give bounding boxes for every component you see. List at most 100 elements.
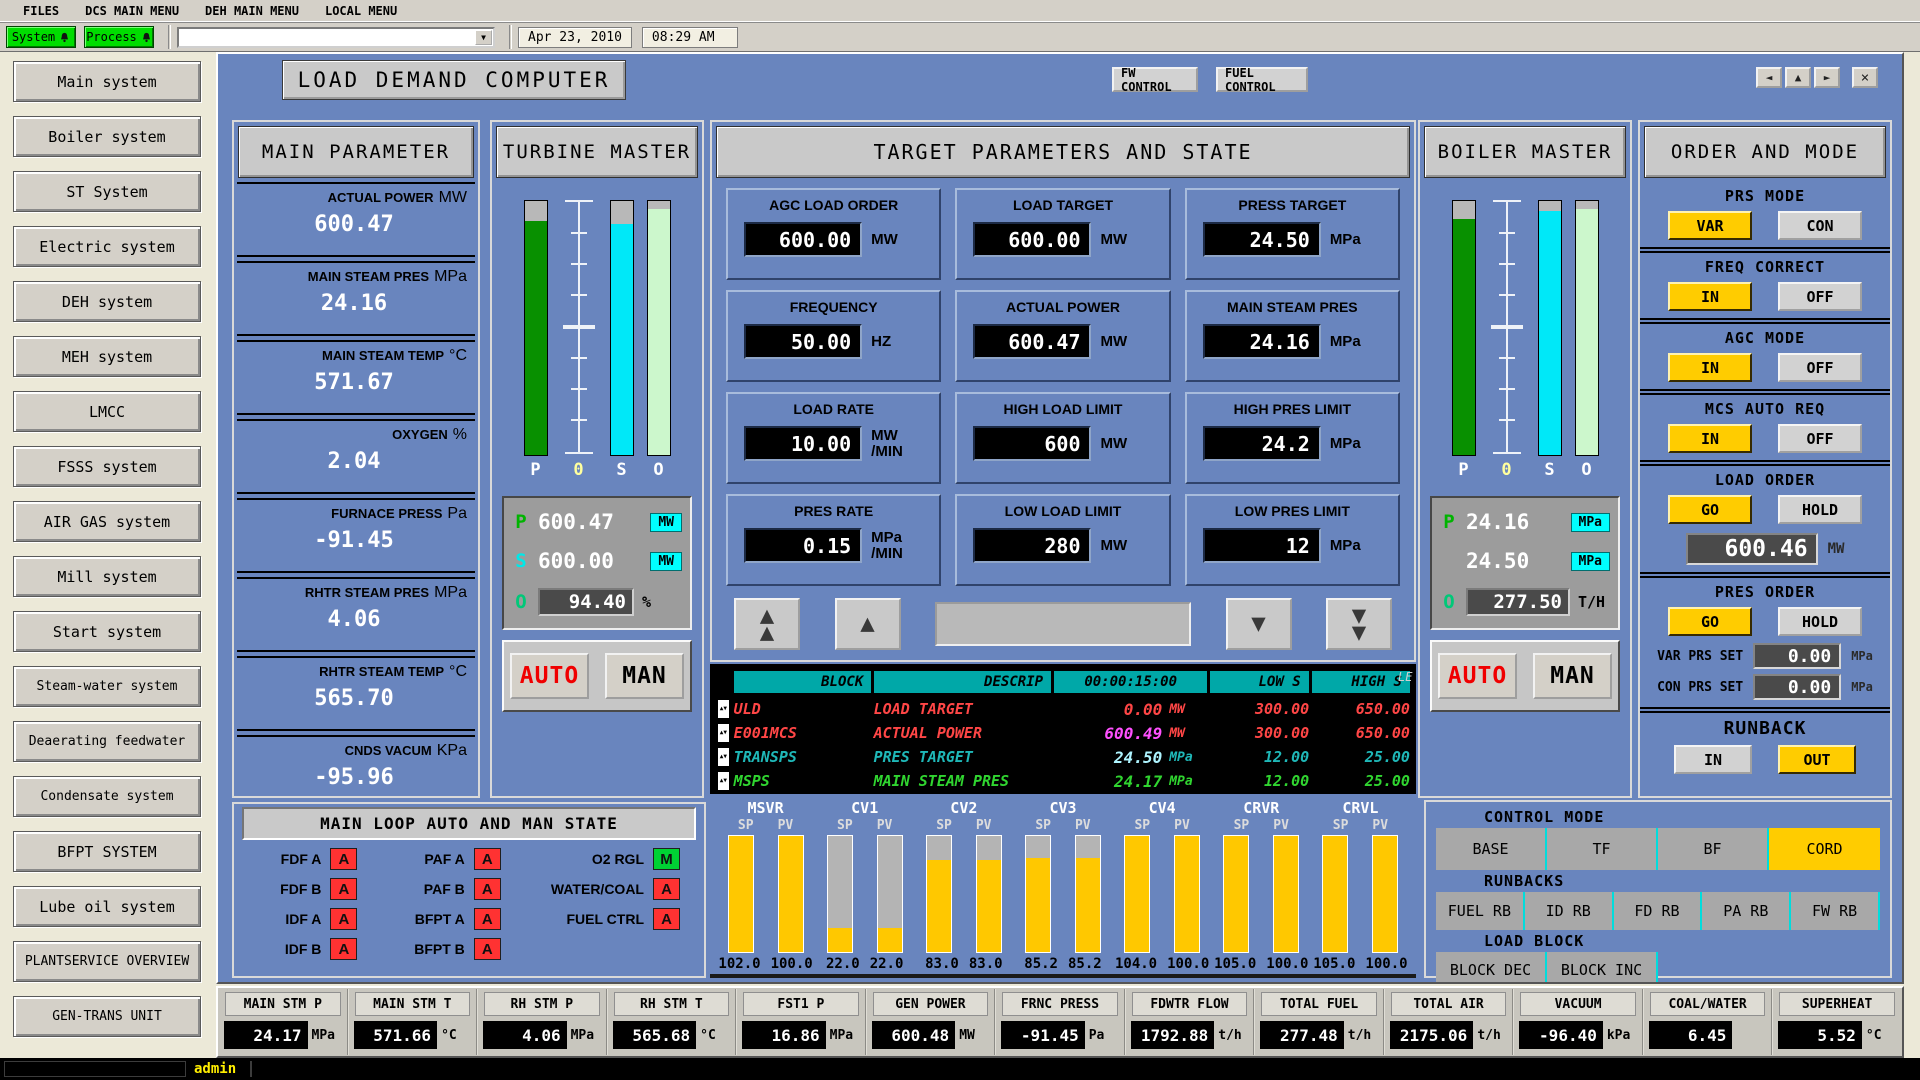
manual-state-badge[interactable]: M xyxy=(653,848,680,870)
var-prs-set-input[interactable]: 0.00 xyxy=(1753,643,1841,669)
sidebar-item-deh-system[interactable]: DEH system xyxy=(13,281,201,322)
boiler-auto-button[interactable]: AUTO xyxy=(1438,653,1517,699)
col-high-scale: HIGH S xyxy=(1312,671,1410,693)
agc-mode-in-button[interactable]: IN xyxy=(1668,353,1752,382)
nav-forward-icon[interactable]: ► xyxy=(1814,67,1840,88)
sidebar-item-mill-system[interactable]: Mill system xyxy=(13,556,201,597)
bar-fill xyxy=(525,221,547,455)
mode-cord-button[interactable]: CORD xyxy=(1769,828,1880,870)
menu-local[interactable]: LOCAL MENU xyxy=(312,4,410,18)
auto-state-badge[interactable]: A xyxy=(330,848,357,870)
auto-state-badge[interactable]: A xyxy=(474,938,501,960)
auto-state-badge[interactable]: A xyxy=(330,908,357,930)
sidebar-item-condensate-system[interactable]: Condensate system xyxy=(13,776,201,817)
close-icon[interactable]: × xyxy=(1852,67,1878,88)
pres-order-hold-button[interactable]: HOLD xyxy=(1778,607,1862,636)
auto-state-badge[interactable]: A xyxy=(330,938,357,960)
taskbar-segment xyxy=(4,1061,186,1077)
decrease-icon[interactable]: ▼ xyxy=(1226,598,1292,650)
fw-rb-button[interactable]: FW RB xyxy=(1791,892,1880,930)
status-gen-power: GEN POWER600.48MW xyxy=(865,989,995,1055)
loop-label: WATER/COAL xyxy=(551,881,644,897)
auto-state-badge[interactable]: A xyxy=(330,878,357,900)
main-parameter-title: MAIN PARAMETER xyxy=(238,126,474,178)
freq-correct-off-button[interactable]: OFF xyxy=(1778,282,1862,311)
fuel-control-button[interactable]: FUEL CONTROL xyxy=(1216,67,1308,92)
fast-decrease-icon[interactable]: ▼▼ xyxy=(1326,598,1392,650)
auto-state-badge[interactable]: A xyxy=(653,908,680,930)
mode-base-button[interactable]: BASE xyxy=(1436,828,1547,870)
sidebar-item-main-system[interactable]: Main system xyxy=(13,61,201,102)
turbine-auto-button[interactable]: AUTO xyxy=(510,653,589,699)
process-alarm-button[interactable]: Process xyxy=(84,26,154,48)
pa-rb-button[interactable]: PA RB xyxy=(1702,892,1791,930)
auto-state-badge[interactable]: A xyxy=(474,908,501,930)
system-alarm-button[interactable]: System xyxy=(6,26,76,48)
id-rb-button[interactable]: ID RB xyxy=(1525,892,1614,930)
cell-value: 50.00 xyxy=(744,324,862,359)
pres-order-go-button[interactable]: GO xyxy=(1668,607,1752,636)
auto-state-badge[interactable]: A xyxy=(474,848,501,870)
auto-state-badge[interactable]: A xyxy=(474,878,501,900)
row-low: 300.00 xyxy=(1211,700,1309,718)
mcs-auto-req-in-button[interactable]: IN xyxy=(1668,424,1752,453)
increase-icon[interactable]: ▲ xyxy=(835,598,901,650)
turbine-man-button[interactable]: MAN xyxy=(605,653,684,699)
boiler-output-field[interactable]: 277.50 xyxy=(1466,588,1570,616)
sidebar-item-lube-oil-system[interactable]: Lube oil system xyxy=(13,886,201,927)
row-descrip: PRES TARGET xyxy=(874,748,1050,766)
block-dec-button[interactable]: BLOCK DEC xyxy=(1436,952,1547,984)
runback-out-button[interactable]: OUT xyxy=(1778,745,1856,774)
boiler-man-button[interactable]: MAN xyxy=(1533,653,1612,699)
fuel-rb-button[interactable]: FUEL RB xyxy=(1436,892,1525,930)
sidebar-item-fsss-system[interactable]: FSSS system xyxy=(13,446,201,487)
agc-mode-off-button[interactable]: OFF xyxy=(1778,353,1862,382)
screen-select-combobox[interactable]: ▼ xyxy=(177,27,495,48)
fw-control-button[interactable]: FW CONTROL xyxy=(1112,67,1198,92)
runback-in-button[interactable]: IN xyxy=(1674,745,1752,774)
fd-rb-button[interactable]: FD RB xyxy=(1614,892,1703,930)
menu-dcs-main[interactable]: DCS MAIN MENU xyxy=(72,4,192,18)
turbine-p-bar xyxy=(524,200,548,456)
sidebar-item-steam-water-system[interactable]: Steam-water system xyxy=(13,666,201,707)
load-order-go-button[interactable]: GO xyxy=(1668,495,1752,524)
mode-tf-button[interactable]: TF xyxy=(1547,828,1658,870)
sidebar-item-lmcc[interactable]: LMCC xyxy=(13,391,201,432)
turbine-output-field[interactable]: 94.40 xyxy=(538,588,634,616)
sidebar-item-st-system[interactable]: ST System xyxy=(13,171,201,212)
sp-value: 105.0 xyxy=(1313,956,1355,972)
sidebar-item-start-system[interactable]: Start system xyxy=(13,611,201,652)
fast-increase-icon[interactable]: ▲▲ xyxy=(734,598,800,650)
sidebar-item-plantservice-overview[interactable]: PLANTSERVICE OVERVIEW xyxy=(13,941,201,982)
readout-p-letter: P xyxy=(1440,511,1458,533)
param-unit: MPa xyxy=(434,584,467,602)
sidebar-item-boiler-system[interactable]: Boiler system xyxy=(13,116,201,157)
sidebar-item-meh-system[interactable]: MEH system xyxy=(13,336,201,377)
prs-mode-con-button[interactable]: CON xyxy=(1778,211,1862,240)
sidebar-item-deaerating-feedwater[interactable]: Deaerating feedwater xyxy=(13,721,201,762)
freq-correct-in-button[interactable]: IN xyxy=(1668,282,1752,311)
sidebar-item-gen-trans-unit[interactable]: GEN-TRANS UNIT xyxy=(13,996,201,1037)
nav-up-icon[interactable]: ▲ xyxy=(1785,67,1811,88)
sidebar-item-air-gas-system[interactable]: AIR GAS system xyxy=(13,501,201,542)
cell-unit: MW xyxy=(1100,334,1152,350)
con-prs-set-unit: MPa xyxy=(1851,680,1873,694)
mcs-auto-req-off-button[interactable]: OFF xyxy=(1778,424,1862,453)
cell-value: 24.50 xyxy=(1203,222,1321,257)
mode-bf-button[interactable]: BF xyxy=(1658,828,1769,870)
pv-value: 83.0 xyxy=(969,956,1003,972)
nav-back-icon[interactable]: ◄ xyxy=(1756,67,1782,88)
menu-files[interactable]: FILES xyxy=(10,4,72,18)
load-order-hold-button[interactable]: HOLD xyxy=(1778,495,1862,524)
sidebar-item-electric-system[interactable]: Electric system xyxy=(13,226,201,267)
con-prs-set-input[interactable]: 0.00 xyxy=(1753,674,1841,700)
table-row: ▲▼ MSPS MAIN STEAM PRES 24.17 MPa 12.00 … xyxy=(716,769,1410,793)
prs-mode-var-button[interactable]: VAR xyxy=(1668,211,1752,240)
block-inc-button[interactable]: BLOCK INC xyxy=(1547,952,1658,984)
chevron-down-icon[interactable]: ▼ xyxy=(475,30,492,45)
menu-deh-main[interactable]: DEH MAIN MENU xyxy=(192,4,312,18)
load-order-input[interactable]: 600.46 xyxy=(1686,533,1818,565)
cell-value: 600.00 xyxy=(744,222,862,257)
sidebar-item-bfpt-system[interactable]: BFPT SYSTEM xyxy=(13,831,201,872)
auto-state-badge[interactable]: A xyxy=(653,878,680,900)
